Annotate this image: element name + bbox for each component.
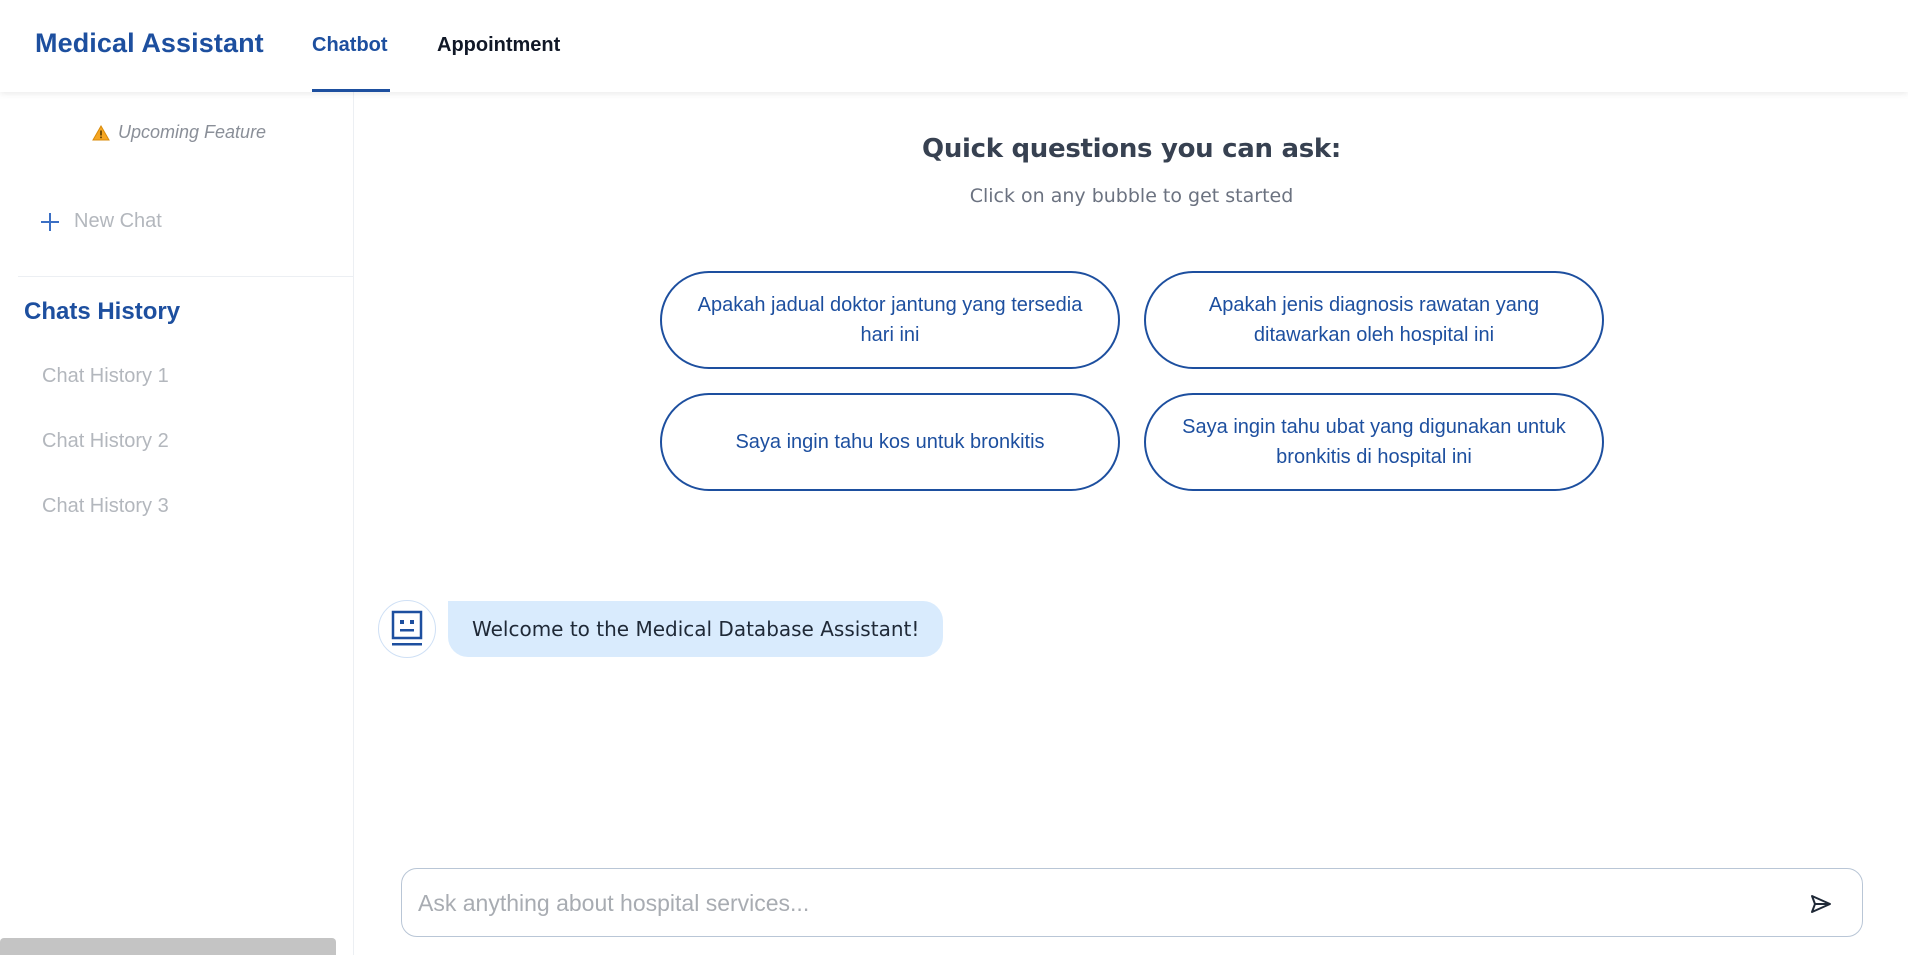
chat-input[interactable] bbox=[418, 883, 1778, 923]
new-chat-button[interactable]: New Chat bbox=[40, 210, 162, 233]
quick-questions-subtitle: Click on any bubble to get started bbox=[969, 185, 1294, 207]
quick-question-bubble[interactable]: Saya ingin tahu ubat yang digunakan untu… bbox=[1144, 393, 1604, 491]
sidebar-scrollbar[interactable] bbox=[0, 938, 336, 955]
sidebar-divider bbox=[18, 276, 354, 277]
quick-question-bubble[interactable]: Apakah jenis diagnosis rawatan yang dita… bbox=[1144, 271, 1604, 369]
tab-appointment[interactable]: Appointment bbox=[437, 34, 560, 57]
bot-welcome-message: Welcome to the Medical Database Assistan… bbox=[448, 601, 944, 657]
chat-main-panel: Quick questions you can ask: Click on an… bbox=[355, 92, 1908, 955]
sidebar: Upcoming Feature New Chat Chats History … bbox=[0, 92, 354, 955]
send-button[interactable] bbox=[1806, 889, 1836, 919]
plus-icon bbox=[40, 212, 60, 232]
bot-avatar bbox=[378, 600, 436, 658]
send-icon bbox=[1811, 895, 1831, 913]
chat-history-item[interactable]: Chat History 3 bbox=[42, 495, 169, 518]
chat-history-item[interactable]: Chat History 2 bbox=[42, 430, 169, 453]
chat-input-box bbox=[401, 868, 1863, 937]
new-chat-label: New Chat bbox=[74, 210, 162, 232]
upcoming-feature-label: Upcoming Feature bbox=[118, 122, 267, 142]
quick-question-bubble[interactable]: Saya ingin tahu kos untuk bronkitis bbox=[660, 393, 1120, 491]
active-tab-indicator bbox=[312, 89, 390, 92]
quick-questions-title: Quick questions you can ask: bbox=[922, 134, 1341, 164]
chats-history-title: Chats History bbox=[24, 298, 181, 325]
upcoming-feature-notice: Upcoming Feature bbox=[92, 122, 266, 143]
warning-icon bbox=[92, 124, 110, 140]
quick-question-bubble[interactable]: Apakah jadual doktor jantung yang tersed… bbox=[660, 271, 1120, 369]
top-navbar: Medical Assistant Chatbot Appointment bbox=[0, 0, 1908, 92]
robot-icon bbox=[391, 610, 423, 646]
brand-title[interactable]: Medical Assistant bbox=[35, 28, 264, 59]
chat-history-item[interactable]: Chat History 1 bbox=[42, 365, 169, 388]
tab-chatbot[interactable]: Chatbot bbox=[312, 34, 388, 57]
